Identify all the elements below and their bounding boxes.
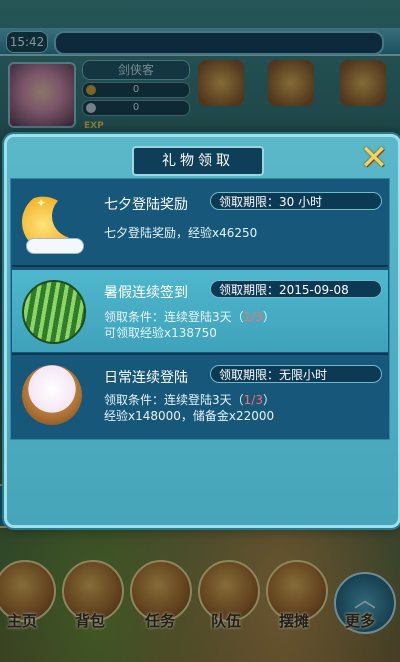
reward-item-daily[interactable]: 日常连续登陆 领取期限：无限小时 领取条件：连续登陆3天（1/3） 经验x148… (12, 355, 388, 437)
reward-condition: 领取条件：连续登陆3天（1/3） (104, 310, 275, 324)
reward-item-summer[interactable]: 暑假连续签到 领取期限：2015-09-08 领取条件：连续登陆3天（1/3） … (12, 270, 388, 355)
reward-description: 七夕登陆奖励，经验x46250 (104, 226, 258, 240)
watermelon-icon (22, 280, 86, 344)
reward-deadline: 领取期限：30 小时 (210, 192, 382, 210)
reward-condition: 领取条件：连续登陆3天（1/3） (104, 393, 275, 407)
reward-description: 可领取经验x138750 (104, 326, 217, 340)
reward-title: 七夕登陆奖励 (104, 197, 188, 213)
reward-deadline: 领取期限：2015-09-08 (210, 280, 382, 298)
dialog-title: 礼物领取 (132, 146, 264, 176)
progress-count: 1/3 (243, 310, 263, 324)
reward-deadline: 领取期限：无限小时 (210, 365, 382, 383)
moon-icon: ✦ (22, 192, 96, 254)
reward-item-qixi[interactable]: ✦ 七夕登陆奖励 领取期限：30 小时 七夕登陆奖励，经验x46250 (12, 182, 388, 267)
reward-title: 暑假连续签到 (104, 285, 188, 301)
lucky-cat-icon (22, 365, 82, 425)
progress-count: 1/3 (243, 393, 263, 407)
reward-description: 经验x148000，储备金x22000 (104, 409, 275, 423)
close-button[interactable]: ✕ (356, 140, 392, 176)
reward-title: 日常连续登陆 (104, 370, 188, 386)
